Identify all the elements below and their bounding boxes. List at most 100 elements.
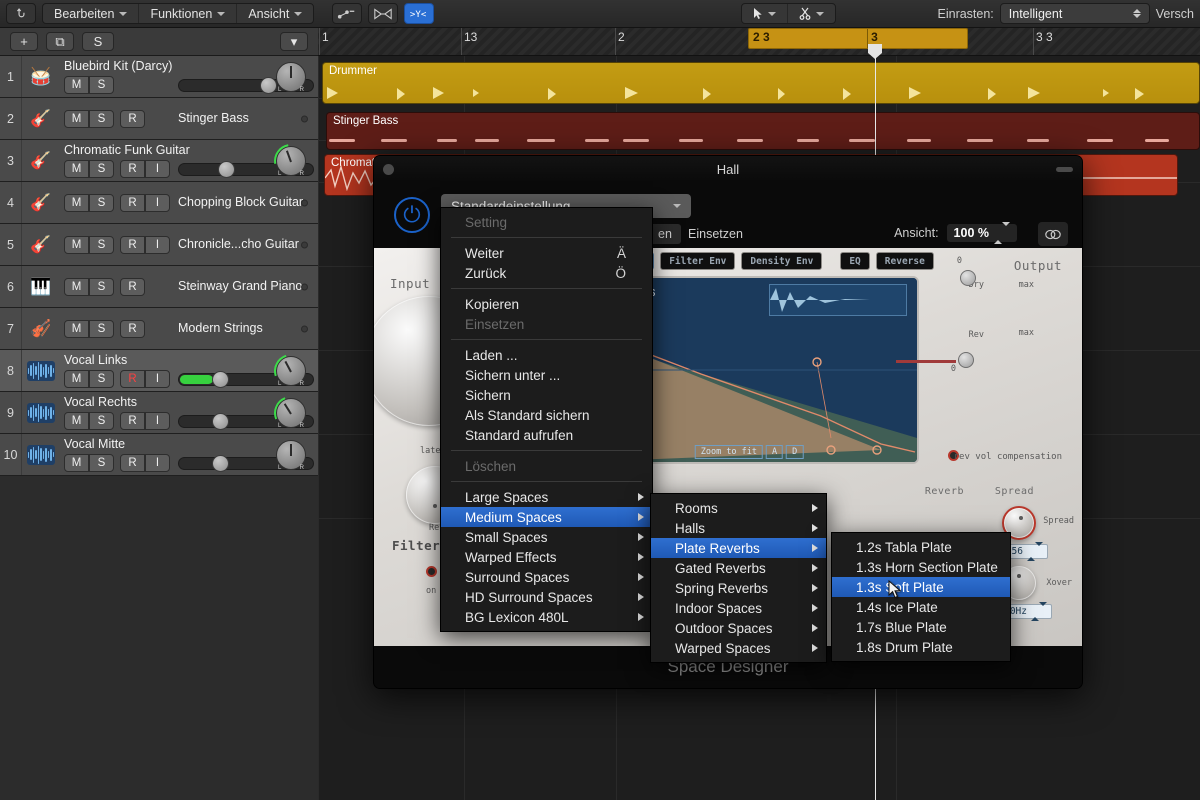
track-m-button[interactable]: M: [64, 278, 89, 296]
track-name[interactable]: Stinger Bass: [178, 111, 249, 125]
menu-item[interactable]: Small Spaces: [441, 527, 652, 547]
track-name[interactable]: Steinway Grand Piano: [178, 279, 302, 293]
track-s-button[interactable]: S: [89, 278, 114, 296]
menu-bearbeiten[interactable]: Bearbeiten: [43, 4, 140, 23]
track-r-button[interactable]: R: [120, 160, 145, 178]
duplicate-track-button[interactable]: ⧉: [46, 32, 74, 51]
tab-filter-env[interactable]: Filter Env: [660, 252, 736, 270]
track-name[interactable]: Chronicle...cho Guitar: [178, 237, 299, 251]
pointer-tool-icon[interactable]: [742, 4, 788, 23]
drum-kit-icon[interactable]: 🥁: [22, 67, 60, 87]
track-s-button[interactable]: S: [89, 320, 114, 338]
menu-item[interactable]: Weiter Ä: [441, 243, 652, 263]
track-r-button[interactable]: R: [120, 236, 145, 254]
power-icon[interactable]: ⏻: [394, 197, 430, 233]
scissors-tool-icon[interactable]: [788, 4, 835, 23]
menu-item[interactable]: Rooms: [651, 498, 826, 518]
track-row[interactable]: 4 🎸 Chopping Block Guitar M S R I: [0, 182, 318, 224]
track-i-button[interactable]: I: [145, 236, 170, 254]
menu-item[interactable]: 1.7s Blue Plate: [832, 617, 1010, 637]
track-m-button[interactable]: M: [64, 412, 89, 430]
tab-eq[interactable]: EQ: [840, 252, 870, 270]
strings-icon[interactable]: 🎻: [22, 319, 60, 339]
track-i-button[interactable]: I: [145, 370, 170, 388]
menu-item[interactable]: Sichern: [441, 385, 652, 405]
cycle-range[interactable]: 2 3 3: [748, 28, 968, 49]
rev-slider-handle[interactable]: [958, 352, 974, 368]
zoom-to-fit-controls[interactable]: Zoom to fit A D: [694, 445, 804, 459]
track-i-button[interactable]: I: [145, 194, 170, 212]
track-r-button[interactable]: R: [120, 412, 145, 430]
menu-item[interactable]: 1.2s Tabla Plate: [832, 537, 1010, 557]
track-r-button[interactable]: R: [120, 454, 145, 472]
track-i-button[interactable]: I: [145, 454, 170, 472]
menu-item[interactable]: 1.3s Soft Plate: [832, 577, 1010, 597]
menu-item[interactable]: Warped Effects: [441, 547, 652, 567]
menu-item[interactable]: Medium Spaces: [441, 507, 652, 527]
menu-item[interactable]: Laden ...: [441, 345, 652, 365]
track-name[interactable]: Modern Strings: [178, 321, 263, 335]
track-m-button[interactable]: M: [64, 160, 89, 178]
bar-ruler[interactable]: 1 13 2 3 3 2 3 3: [318, 28, 1200, 56]
track-name[interactable]: Bluebird Kit (Darcy): [64, 59, 172, 73]
track-s-button[interactable]: S: [89, 454, 114, 472]
track-s-button[interactable]: S: [89, 76, 114, 94]
track-name[interactable]: Vocal Rechts: [64, 395, 137, 409]
menu-item[interactable]: 1.8s Drum Plate: [832, 637, 1010, 657]
solo-button[interactable]: S: [82, 32, 114, 51]
close-icon[interactable]: [383, 164, 394, 175]
menu-item[interactable]: 1.3s Horn Section Plate: [832, 557, 1010, 577]
menu-item[interactable]: Zurück Ö: [441, 263, 652, 283]
track-r-button[interactable]: R: [120, 320, 145, 338]
flex-time-icon[interactable]: [368, 3, 399, 24]
ir-overview[interactable]: [769, 284, 907, 316]
track-s-button[interactable]: S: [89, 110, 114, 128]
track-m-button[interactable]: M: [64, 110, 89, 128]
menu-funktionen[interactable]: Funktionen: [139, 4, 238, 23]
track-m-button[interactable]: M: [64, 454, 89, 472]
flex-pitch-icon[interactable]: >Y<: [404, 3, 435, 24]
view-value-stepper[interactable]: 100 %: [946, 222, 1017, 244]
track-row[interactable]: 5 🎸 Chronicle...cho Guitar M S R I: [0, 224, 318, 266]
electric-guitar-icon[interactable]: 🎸: [22, 235, 60, 255]
menu-item[interactable]: Surround Spaces: [441, 567, 652, 587]
track-row[interactable]: 1 🥁 Bluebird Kit (Darcy) M S L R: [0, 56, 318, 98]
plate-reverbs-submenu[interactable]: 1.2s Tabla Plate 1.3s Horn Section Plate 1…: [831, 532, 1011, 662]
menu-item[interactable]: Sichern unter ...: [441, 365, 652, 385]
menu-item[interactable]: Gated Reverbs: [651, 558, 826, 578]
track-name[interactable]: Chopping Block Guitar: [178, 195, 303, 209]
zoom-a-button[interactable]: A: [766, 445, 784, 459]
track-name[interactable]: Vocal Mitte: [64, 437, 125, 451]
track-row[interactable]: 7 🎻 Modern Strings M S R: [0, 308, 318, 350]
track-row[interactable]: 6 🎹 Steinway Grand Piano M S R: [0, 266, 318, 308]
volume-slider-handle[interactable]: [211, 413, 229, 430]
settings-menu[interactable]: Setting Weiter Ä Zurück Ö Kopieren Einsetzen La…: [440, 207, 653, 632]
paste-button[interactable]: Einsetzen: [679, 224, 752, 244]
dry-slider-handle[interactable]: [960, 270, 976, 286]
track-m-button[interactable]: M: [64, 194, 89, 212]
region-stinger-bass[interactable]: Stinger Bass: [326, 112, 1200, 150]
minimize-icon[interactable]: [1056, 167, 1073, 172]
menu-item[interactable]: Warped Spaces: [651, 638, 826, 658]
filter-on-led[interactable]: [426, 566, 437, 577]
track-row[interactable]: 2 🎸 Stinger Bass M S R: [0, 98, 318, 140]
menu-item[interactable]: Kopieren: [441, 294, 652, 314]
rev-slider-track[interactable]: [896, 360, 956, 363]
track-row[interactable]: 3 🎸 Chromatic Funk Guitar M S R I L R: [0, 137, 318, 185]
track-s-button[interactable]: S: [89, 236, 114, 254]
bass-guitar-icon[interactable]: 🎸: [22, 109, 60, 129]
volume-slider-handle[interactable]: [218, 161, 235, 178]
undo-arrow-icon[interactable]: [6, 3, 36, 24]
track-s-button[interactable]: S: [89, 160, 114, 178]
pan-knob[interactable]: LR: [268, 348, 314, 394]
snap-select[interactable]: Intelligent: [999, 3, 1150, 24]
menu-item[interactable]: BG Lexicon 480L: [441, 607, 652, 627]
compare-button[interactable]: en: [649, 224, 681, 244]
track-row[interactable]: 10 Vocal Mitte M S R I L R: [0, 434, 318, 476]
track-i-button[interactable]: I: [145, 160, 170, 178]
track-r-button[interactable]: R: [120, 194, 145, 212]
track-r-button[interactable]: R: [120, 110, 145, 128]
menu-item[interactable]: Standard aufrufen: [441, 425, 652, 445]
track-i-button[interactable]: I: [145, 412, 170, 430]
automation-icon[interactable]: [332, 3, 363, 24]
